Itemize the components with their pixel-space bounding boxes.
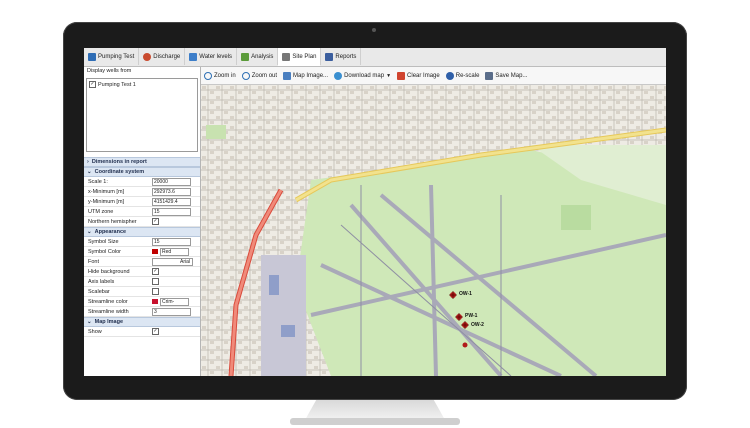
clear-image-icon (397, 71, 406, 80)
section-coordinate-system[interactable]: ⌄ Coordinate system (84, 167, 200, 177)
utm-input[interactable]: 15 (152, 207, 191, 216)
water-levels-icon (189, 52, 198, 61)
hide-background-checkbox[interactable]: ✓ (152, 268, 159, 275)
discharge-icon (143, 52, 152, 61)
analysis-icon (241, 52, 250, 61)
prop-font: Font Arial (84, 257, 200, 267)
camera-dot (372, 28, 376, 32)
map-toolbar: Zoom in Zoom out Map Image... Download m… (201, 67, 666, 85)
left-panel: Display wells from ✓ Pumping Test 1 › Dim… (84, 67, 201, 376)
tab-pumping-test[interactable]: Pumping Test (84, 48, 140, 65)
prop-utm: UTM zone 15 (84, 207, 200, 217)
prop-scalebar: Scalebar (84, 287, 200, 297)
axis-labels-checkbox[interactable] (152, 278, 159, 285)
prop-xmin: x-Minimum [m] 292973.6 (84, 187, 200, 197)
symbol-color-select[interactable]: Red (160, 247, 189, 256)
download-map-icon (334, 71, 343, 80)
well-marker-extra[interactable] (462, 342, 468, 348)
prop-northern: Northern hemispher ✓ (84, 217, 200, 227)
rescale-button[interactable]: Re-scale (445, 71, 479, 80)
color-swatch (152, 249, 158, 254)
chevron-down-icon: ⌄ (87, 229, 92, 235)
chevron-down-icon: ⌄ (87, 319, 92, 325)
chevron-down-icon: ⌄ (87, 169, 92, 175)
map-graphic (201, 85, 666, 376)
tab-reports[interactable]: Reports (321, 48, 362, 65)
symbol-size-input[interactable]: 15 (152, 237, 191, 246)
tab-bar: Pumping Test Discharge Water levels Anal… (84, 48, 666, 67)
northern-checkbox[interactable]: ✓ (152, 218, 159, 225)
prop-ymin: y-Minimum [m] 4151429.4 (84, 197, 200, 207)
dropdown-arrow-icon[interactable]: ▼ (386, 73, 391, 79)
app-screen: Pumping Test Discharge Water levels Anal… (84, 48, 666, 376)
download-map-button[interactable]: Download map ▼ (334, 71, 391, 80)
well-label-pw1: PW-1 (465, 313, 478, 319)
font-button[interactable]: Arial (152, 257, 193, 266)
streamline-color-select[interactable]: Crim- (160, 297, 189, 306)
prop-show: Show ✓ (84, 327, 200, 337)
monitor-base (290, 418, 460, 425)
map-canvas[interactable]: OW-1 PW-1 OW-2 (201, 85, 666, 376)
zoom-in-button[interactable]: Zoom in (204, 71, 236, 80)
reports-icon (325, 52, 334, 61)
chevron-right-icon: › (87, 159, 89, 165)
show-checkbox[interactable]: ✓ (152, 328, 159, 335)
clear-image-button[interactable]: Clear Image (397, 71, 440, 80)
well-label-ow2: OW-2 (471, 322, 484, 328)
site-plan-icon (282, 52, 291, 61)
streamline-width-input[interactable]: 3 (152, 307, 191, 316)
tab-analysis[interactable]: Analysis (237, 48, 279, 65)
save-map-button[interactable]: Save Map... (485, 71, 527, 80)
save-map-icon (485, 71, 494, 80)
map-image-button[interactable]: Map Image... (283, 71, 328, 80)
section-appearance[interactable]: ⌄ Appearance (84, 227, 200, 237)
rescale-icon (445, 71, 454, 80)
tab-water-levels[interactable]: Water levels (185, 48, 238, 65)
section-dimensions[interactable]: › Dimensions in report (84, 157, 200, 167)
well-label-ow1: OW-1 (459, 291, 472, 297)
prop-streamline-width: Streamline width 3 (84, 307, 200, 317)
scalebar-checkbox[interactable] (152, 288, 159, 295)
list-item[interactable]: ✓ Pumping Test 1 (89, 81, 195, 88)
ymin-input[interactable]: 4151429.4 (152, 197, 191, 206)
zoom-out-icon (241, 71, 250, 80)
prop-symbol-color: Symbol Color Red (84, 247, 200, 257)
monitor-stand (305, 400, 445, 420)
tab-discharge[interactable]: Discharge (139, 48, 186, 65)
prop-streamline-color: Streamline color Crim- (84, 297, 200, 307)
prop-axis-labels: Axis labels (84, 277, 200, 287)
section-map-image[interactable]: ⌄ Map Image (84, 317, 200, 327)
pumping-test-icon (88, 52, 96, 61)
map-image-icon (283, 71, 292, 80)
checkbox-checked-icon[interactable]: ✓ (89, 81, 96, 88)
display-wells-label: Display wells from (87, 68, 132, 74)
scale-input[interactable]: 20000 (152, 177, 191, 186)
well-list: ✓ Pumping Test 1 (86, 78, 198, 152)
prop-symbol-size: Symbol Size 15 (84, 237, 200, 247)
prop-scale: Scale 1: 20000 (84, 177, 200, 187)
prop-hide-background: Hide background ✓ (84, 267, 200, 277)
zoom-in-icon (204, 71, 212, 80)
tab-site-plan[interactable]: Site Plan (278, 48, 322, 66)
color-swatch (152, 299, 158, 304)
zoom-out-button[interactable]: Zoom out (241, 71, 277, 80)
xmin-input[interactable]: 292973.6 (152, 187, 191, 196)
